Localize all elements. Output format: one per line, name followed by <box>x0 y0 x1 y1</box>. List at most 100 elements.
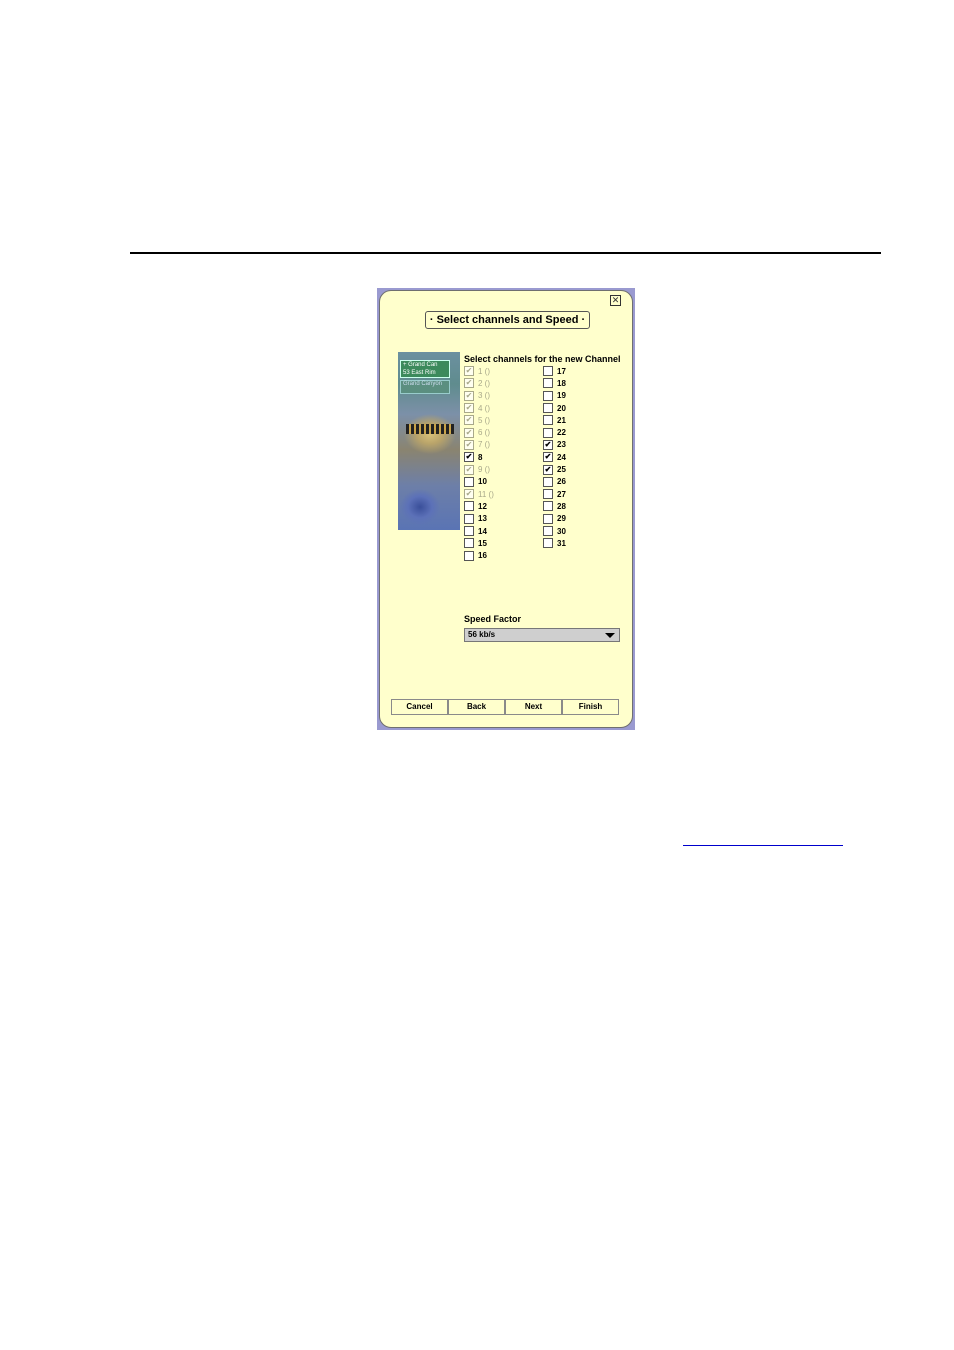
channel-checkbox-row[interactable]: 16 <box>464 549 494 561</box>
channel-checkbox-row: ✔ 7 () <box>464 439 494 451</box>
checkbox-unchecked-icon[interactable] <box>464 550 474 561</box>
channel-column-left: ✔ 1 () ✔ 2 () ✔ 3 () ✔ 4 () ✔ 5 () ✔ 6 () ✔ 7 () ✔ 8 ✔ 9 … <box>464 365 494 562</box>
channel-checkbox-row[interactable]: ✔ 8 <box>464 451 494 463</box>
channel-label: 2 () <box>478 378 490 388</box>
channel-checkbox-row[interactable]: 12 <box>464 500 494 512</box>
checkbox-unchecked-icon[interactable] <box>543 366 553 377</box>
channel-checkbox-row[interactable]: 18 <box>543 377 566 389</box>
channel-label: 14 <box>478 526 487 536</box>
channel-checkbox-row[interactable]: ✔ 25 <box>543 463 566 475</box>
channel-label: 19 <box>557 391 566 401</box>
channel-checkbox-row[interactable]: 13 <box>464 513 494 525</box>
finish-button[interactable]: Finish <box>562 699 619 715</box>
checkbox-unchecked-icon[interactable] <box>543 513 553 524</box>
checkbox-unchecked-icon[interactable] <box>464 501 474 512</box>
channel-label: 16 <box>478 551 487 561</box>
sign-text-line: Grand Canyon <box>403 381 443 387</box>
next-button[interactable]: Next <box>505 699 562 715</box>
channel-label: 7 () <box>478 440 490 450</box>
checkbox-unchecked-icon[interactable] <box>543 538 553 549</box>
close-icon[interactable]: ✕ <box>610 295 621 306</box>
channel-label: 8 <box>478 452 483 462</box>
checkbox-checked-icon[interactable]: ✔ <box>543 439 553 450</box>
wizard-button-row: Cancel Back Next Finish <box>391 699 619 715</box>
channel-checkbox-row: ✔ 2 () <box>464 377 494 389</box>
checkbox-checked-icon: ✔ <box>464 366 474 377</box>
channel-label: 28 <box>557 501 566 511</box>
channel-checkbox-row[interactable]: 29 <box>543 513 566 525</box>
checkbox-unchecked-icon[interactable] <box>543 390 553 401</box>
checkbox-checked-icon: ✔ <box>464 427 474 438</box>
back-button[interactable]: Back <box>448 699 505 715</box>
checkbox-unchecked-icon[interactable] <box>543 476 553 487</box>
channel-label: 17 <box>557 366 566 376</box>
channel-checkbox-row[interactable]: 20 <box>543 402 566 414</box>
channel-label: 18 <box>557 378 566 388</box>
channel-label: 5 () <box>478 415 490 425</box>
checkbox-unchecked-icon[interactable] <box>543 378 553 389</box>
channel-checkbox-row[interactable]: 10 <box>464 476 494 488</box>
channel-label: 10 <box>478 477 487 487</box>
channel-label: 6 () <box>478 428 490 438</box>
checkbox-checked-icon: ✔ <box>464 489 474 500</box>
checkbox-unchecked-icon[interactable] <box>543 489 553 500</box>
dialog-title: · Select channels and Speed · <box>425 311 590 329</box>
road-sign-graphic-secondary: Grand Canyon <box>400 380 450 394</box>
checkbox-checked-icon[interactable]: ✔ <box>464 452 474 463</box>
checkbox-unchecked-icon[interactable] <box>464 513 474 524</box>
channel-label: 12 <box>478 501 487 511</box>
checkbox-checked-icon: ✔ <box>464 403 474 414</box>
channel-column-right: 17 18 19 20 21 22 ✔ 23 ✔ 24 ✔ 25 26 27 28 29 30 31 <box>543 365 566 549</box>
speed-factor-select[interactable]: 56 kb/s <box>464 628 620 642</box>
select-channels-dialog: ✕ · Select channels and Speed · + Grand … <box>379 290 633 728</box>
channel-label: 21 <box>557 415 566 425</box>
horizontal-rule <box>130 252 881 254</box>
channel-checkbox-row[interactable]: ✔ 23 <box>543 439 566 451</box>
channel-label: 9 () <box>478 465 490 475</box>
channel-checkbox-row: ✔ 9 () <box>464 463 494 475</box>
channel-label: 31 <box>557 538 566 548</box>
checkbox-unchecked-icon[interactable] <box>543 427 553 438</box>
sign-text-line: 53 East Rim <box>403 370 436 376</box>
checkbox-checked-icon[interactable]: ✔ <box>543 464 553 475</box>
checkbox-checked-icon: ✔ <box>464 390 474 401</box>
checkbox-unchecked-icon[interactable] <box>464 538 474 549</box>
cancel-button[interactable]: Cancel <box>391 699 448 715</box>
channel-checkbox-row[interactable]: 27 <box>543 488 566 500</box>
checkbox-unchecked-icon[interactable] <box>464 526 474 536</box>
channel-checkbox-row[interactable]: 19 <box>543 390 566 402</box>
channel-checkbox-row: ✔ 1 () <box>464 365 494 377</box>
channel-label: 30 <box>557 526 566 536</box>
dropdown-arrow-icon <box>605 633 615 638</box>
channel-label: 23 <box>557 440 566 450</box>
channel-checkbox-row[interactable]: 17 <box>543 365 566 377</box>
channel-checkbox-row[interactable]: 31 <box>543 537 566 549</box>
channel-checkbox-row[interactable]: 14 <box>464 525 494 537</box>
checkbox-checked-icon: ✔ <box>464 439 474 450</box>
channels-section-label: Select channels for the new Channel <box>464 354 621 364</box>
checkbox-unchecked-icon[interactable] <box>543 403 553 414</box>
channel-checkbox-row[interactable]: 22 <box>543 426 566 438</box>
decorative-banner-image: + Grand Can 53 East Rim Grand Canyon <box>398 352 460 530</box>
checkbox-checked-icon[interactable]: ✔ <box>543 452 553 463</box>
checkbox-unchecked-icon[interactable] <box>543 415 553 426</box>
hyperlink[interactable] <box>683 845 843 846</box>
channel-checkbox-row: ✔ 6 () <box>464 426 494 438</box>
channel-checkbox-row[interactable]: 28 <box>543 500 566 512</box>
channel-checkbox-row[interactable]: 15 <box>464 537 494 549</box>
channel-checkbox-row[interactable]: 21 <box>543 414 566 426</box>
channel-label: 13 <box>478 514 487 524</box>
speed-factor-label: Speed Factor <box>464 614 522 624</box>
checkbox-checked-icon: ✔ <box>464 415 474 426</box>
checkbox-unchecked-icon[interactable] <box>464 476 474 487</box>
channel-label: 24 <box>557 452 566 462</box>
channel-checkbox-row[interactable]: 30 <box>543 525 566 537</box>
road-sign-graphic: + Grand Can 53 East Rim <box>400 360 450 378</box>
checkbox-unchecked-icon[interactable] <box>543 526 553 536</box>
checkbox-unchecked-icon[interactable] <box>543 501 553 512</box>
channel-label: 29 <box>557 514 566 524</box>
checkbox-checked-icon: ✔ <box>464 378 474 389</box>
channel-label: 11 () <box>478 489 494 499</box>
channel-checkbox-row[interactable]: 26 <box>543 476 566 488</box>
channel-checkbox-row[interactable]: ✔ 24 <box>543 451 566 463</box>
